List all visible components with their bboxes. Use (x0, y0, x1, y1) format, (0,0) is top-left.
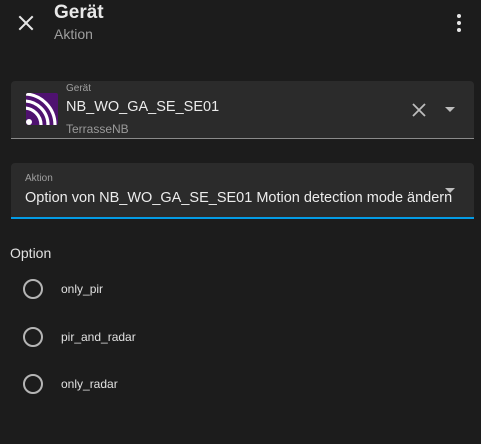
radio-option-pir-and-radar[interactable]: pir_and_radar (23, 326, 136, 348)
device-picker[interactable]: Gerät NB_WO_GA_SE_SE01 TerrasseNB (11, 81, 474, 139)
chevron-down-icon (445, 107, 455, 112)
device-dropdown-button[interactable] (440, 100, 460, 120)
clear-icon (412, 103, 426, 117)
dialog-title: Gerät (54, 2, 104, 23)
radio-label: only_pir (61, 282, 104, 296)
device-field-label: Gerät (66, 83, 92, 94)
action-select[interactable]: Aktion Option von NB_WO_GA_SE_SE01 Motio… (11, 163, 474, 219)
dialog-header: Gerät Aktion (0, 0, 481, 56)
close-button[interactable] (14, 11, 38, 35)
wireless-signal-icon (26, 93, 57, 125)
action-dropdown-button[interactable] (440, 181, 460, 201)
more-options-button[interactable] (447, 11, 471, 35)
more-vertical-icon (457, 14, 461, 32)
action-value: Option von NB_WO_GA_SE_SE01 Motion detec… (25, 190, 453, 206)
option-heading: Option (10, 245, 52, 261)
device-icon (26, 93, 58, 125)
radio-option-only-pir[interactable]: only_pir (23, 278, 103, 300)
radio-button[interactable] (23, 327, 43, 347)
radio-option-only-radar[interactable]: only_radar (23, 373, 118, 395)
radio-label: only_radar (61, 377, 118, 391)
dialog-subtitle: Aktion (54, 26, 93, 42)
device-name: NB_WO_GA_SE_SE01 (66, 99, 220, 115)
close-icon (18, 15, 34, 31)
radio-button[interactable] (23, 279, 43, 299)
device-area: TerrasseNB (66, 122, 129, 136)
action-field-label: Aktion (25, 173, 53, 184)
radio-button[interactable] (23, 374, 43, 394)
radio-label: pir_and_radar (61, 330, 136, 344)
chevron-down-icon (445, 188, 455, 193)
clear-device-button[interactable] (408, 99, 430, 121)
